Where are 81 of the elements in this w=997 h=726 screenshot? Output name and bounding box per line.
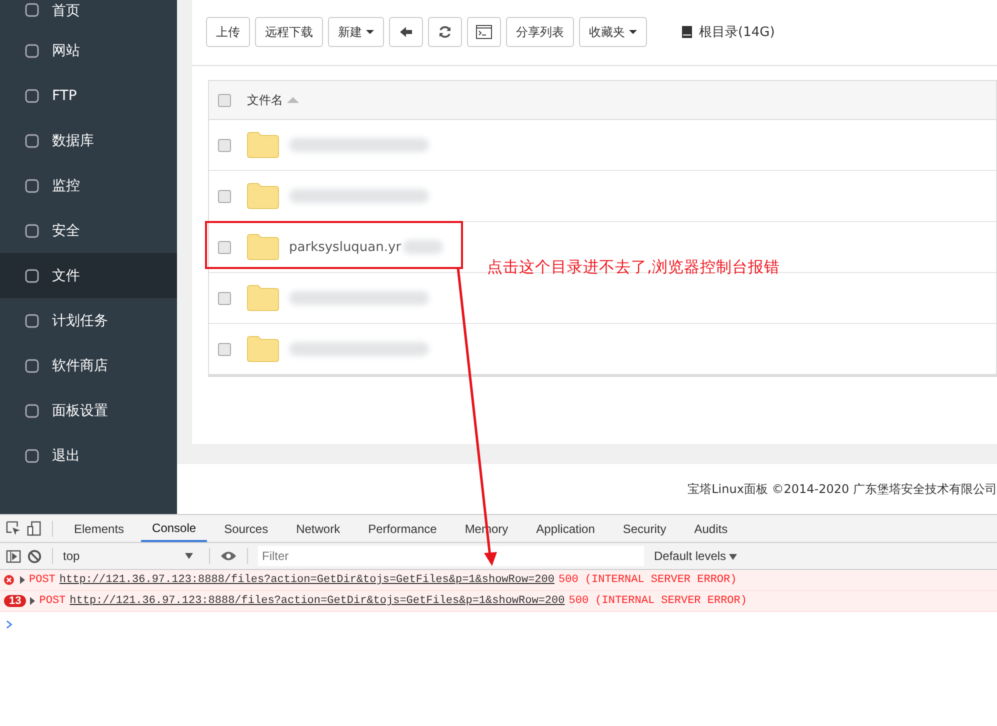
sort-icon: [287, 97, 299, 103]
caret-icon: [185, 553, 193, 559]
arrow-left-icon: [399, 26, 413, 38]
eye-icon[interactable]: [220, 550, 237, 562]
context-select[interactable]: top: [63, 549, 199, 563]
footer-copyright: 宝塔Linux面板 ©2014-2020 广东堡塔安全技术有限公司: [688, 480, 997, 498]
request-url-link[interactable]: http://121.36.97.123:8888/files?action=GetDir&tojs=GetFiles&p=1&showRow=200: [70, 595, 565, 607]
annotation-text: 点击这个目录进不去了,浏览器控制台报错: [487, 257, 780, 278]
folder-icon: [247, 285, 279, 311]
toolbar-button[interactable]: 收藏夹: [579, 17, 647, 47]
devtools-tab[interactable]: Elements: [63, 515, 136, 542]
menu-item-icon: [24, 42, 40, 58]
sidebar-item[interactable]: 软件商店: [0, 343, 177, 388]
toolbar-button[interactable]: 上传: [206, 17, 250, 47]
back-button[interactable]: [389, 17, 423, 47]
menu-item-icon: [24, 2, 40, 18]
sidebar-item[interactable]: 文件: [0, 253, 177, 298]
menu-item-icon: [24, 312, 40, 328]
drive-icon: [680, 25, 694, 39]
request-method: POST: [29, 574, 56, 586]
terminal-icon: [476, 25, 492, 39]
caret-icon: [729, 554, 738, 560]
menu-item-icon: [24, 222, 40, 238]
file-name[interactable]: parksysluquan.yr: [289, 240, 402, 254]
menu-item-icon: [24, 88, 40, 104]
menu-item-icon: [24, 358, 40, 374]
devtools-tab[interactable]: Audits: [683, 515, 739, 542]
row-checkbox[interactable]: [218, 190, 231, 202]
levels-dropdown[interactable]: Default levels: [654, 549, 738, 563]
sidebar-item[interactable]: 安全: [0, 208, 177, 253]
request-method: POST: [39, 595, 66, 607]
devtools-tab[interactable]: Network: [285, 515, 352, 542]
sidebar-item[interactable]: 网站: [0, 28, 177, 73]
sidebar-item[interactable]: 监控: [0, 163, 177, 208]
select-all-checkbox[interactable]: [218, 94, 231, 106]
menu-item-icon: [24, 132, 40, 148]
devtools-tab[interactable]: Performance: [357, 515, 448, 542]
refresh-icon: [438, 25, 452, 39]
devtools-tab[interactable]: Application: [525, 515, 606, 542]
terminal-button[interactable]: [467, 17, 501, 47]
row-checkbox[interactable]: [218, 342, 231, 356]
menu-item-icon: [24, 178, 40, 194]
sidebar-item[interactable]: 退出: [0, 433, 177, 478]
menu-item-icon: [24, 448, 40, 464]
sidebar-toggle-icon[interactable]: [6, 548, 21, 564]
caret-icon: [366, 30, 374, 34]
row-checkbox[interactable]: [218, 138, 231, 152]
error-icon: [4, 575, 14, 585]
toolbar-button[interactable]: 远程下载: [255, 17, 323, 47]
refresh-button[interactable]: [428, 17, 462, 47]
filter-field[interactable]: Filter: [258, 546, 644, 566]
folder-icon: [247, 132, 279, 158]
inspect-icon[interactable]: [6, 521, 21, 536]
sidebar-item[interactable]: FTP: [0, 73, 177, 118]
folder-icon: [247, 183, 279, 209]
row-checkbox[interactable]: [218, 292, 231, 304]
caret-icon: [629, 30, 637, 34]
request-url-link[interactable]: http://121.36.97.123:8888/files?action=GetDir&tojs=GetFiles&p=1&showRow=200: [59, 574, 554, 586]
menu-item-icon: [24, 402, 40, 418]
menu-item-icon: [24, 268, 40, 284]
sidebar-item[interactable]: 计划任务: [0, 298, 177, 343]
devtools-tab[interactable]: Sources: [213, 515, 280, 542]
error-status: 500 (INTERNAL SERVER ERROR): [568, 595, 747, 607]
error-status: 500 (INTERNAL SERVER ERROR): [558, 574, 737, 586]
clear-console-icon[interactable]: [27, 548, 42, 564]
error-count-badge: 13: [4, 595, 26, 607]
row-checkbox[interactable]: [218, 240, 231, 254]
device-icon[interactable]: [27, 521, 42, 536]
folder-icon: [247, 234, 279, 260]
folder-icon: [247, 336, 279, 362]
sidebar-item[interactable]: 首页: [0, 0, 177, 28]
toolbar-button[interactable]: 新建: [328, 17, 384, 47]
sidebar-item[interactable]: 数据库: [0, 118, 177, 163]
prompt-icon: [6, 620, 13, 629]
devtools-tab[interactable]: Security: [612, 515, 678, 542]
expand-icon[interactable]: [20, 576, 25, 584]
sidebar-item[interactable]: 面板设置: [0, 388, 177, 433]
expand-icon[interactable]: [30, 597, 36, 605]
root-path[interactable]: 根目录(14G): [680, 23, 775, 41]
column-header[interactable]: 文件名: [247, 92, 299, 108]
toolbar-button[interactable]: 分享列表: [506, 17, 574, 47]
